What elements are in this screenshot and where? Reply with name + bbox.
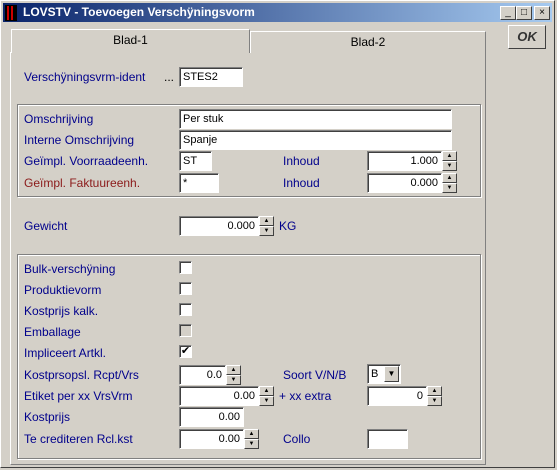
- gewicht-input[interactable]: 0.000: [179, 216, 259, 236]
- faktuureenh-label: Geïmpl. Faktuureenh.: [24, 176, 141, 190]
- omschrijving-label: Omschrijving: [24, 112, 94, 126]
- tab-blad-2[interactable]: Blad-2: [250, 31, 486, 53]
- impliceert-artkl-checkbox[interactable]: ✔: [179, 345, 192, 358]
- app-icon: [5, 5, 17, 21]
- kostprijs-kalk-checkbox[interactable]: [179, 303, 192, 316]
- crediteren-spinner[interactable]: ▲ ▼: [244, 429, 259, 449]
- chevron-down-icon[interactable]: ▼: [384, 366, 399, 382]
- spin-up-icon[interactable]: ▲: [427, 386, 442, 396]
- kostprsopsl-label: Kostprsopsl. Rcpt/Vrs: [24, 368, 139, 382]
- spin-up-icon[interactable]: ▲: [442, 151, 457, 161]
- produktievorm-label: Produktievorm: [24, 283, 102, 297]
- gewicht-spinner[interactable]: ▲ ▼: [259, 216, 274, 236]
- kostprijs-label: Kostprijs: [24, 410, 71, 424]
- spin-down-icon[interactable]: ▼: [259, 226, 274, 236]
- check-mark-icon: ✔: [180, 345, 191, 357]
- produktievorm-checkbox[interactable]: [179, 282, 192, 295]
- gewicht-label: Gewicht: [24, 219, 68, 233]
- impliceert-artkl-label: Impliceert Artkl.: [24, 346, 107, 360]
- soort-value: B: [371, 368, 379, 380]
- interne-omschrijving-input[interactable]: Spanje: [179, 130, 452, 150]
- spin-down-icon[interactable]: ▼: [427, 396, 442, 406]
- etiket-input[interactable]: 0.00: [179, 386, 259, 406]
- kostprijs-kalk-label: Kostprijs kalk.: [24, 304, 99, 318]
- voorraadeenh-label: Geïmpl. Voorraadeenh.: [24, 154, 149, 168]
- faktuur-inhoud-input[interactable]: 0.000: [367, 173, 442, 193]
- collo-input[interactable]: [367, 429, 408, 449]
- spin-up-icon[interactable]: ▲: [226, 365, 241, 375]
- maximize-button[interactable]: □: [516, 6, 532, 20]
- emballage-label: Emballage: [24, 325, 81, 339]
- bulk-verschijning-label: Bulk-verschÿning: [24, 262, 116, 276]
- bulk-verschijning-checkbox[interactable]: [179, 261, 192, 274]
- collo-label: Collo: [283, 432, 311, 446]
- faktuureenh-input[interactable]: *: [179, 173, 219, 193]
- etiket-label: Etiket per xx VrsVrm: [24, 389, 133, 403]
- voorraad-inhoud-label: Inhoud: [283, 154, 320, 168]
- extra-spinner[interactable]: ▲ ▼: [427, 386, 442, 406]
- interne-omschrijving-label: Interne Omschrijving: [24, 133, 135, 147]
- faktuur-inhoud-spinner[interactable]: ▲ ▼: [442, 173, 457, 193]
- kostprijs-input[interactable]: 0.00: [179, 407, 244, 427]
- spin-down-icon[interactable]: ▼: [259, 396, 274, 406]
- extra-label: + xx extra: [279, 389, 332, 403]
- spin-up-icon[interactable]: ▲: [442, 173, 457, 183]
- ident-input[interactable]: STES2: [179, 67, 243, 87]
- voorraadeenh-input[interactable]: ST: [179, 151, 212, 171]
- spin-down-icon[interactable]: ▼: [244, 439, 259, 449]
- faktuur-inhoud-label: Inhoud: [283, 176, 320, 190]
- window-title: LOVSTV - Toevoegen Verschÿningsvorm: [23, 5, 255, 19]
- spin-down-icon[interactable]: ▼: [442, 183, 457, 193]
- minimize-button[interactable]: _: [500, 6, 516, 20]
- close-button[interactable]: ×: [534, 6, 550, 20]
- soort-label: Soort V/N/B: [283, 368, 347, 382]
- ident-dots: ...: [164, 70, 175, 84]
- etiket-spinner[interactable]: ▲ ▼: [259, 386, 274, 406]
- omschrijving-input[interactable]: Per stuk: [179, 109, 452, 129]
- crediteren-input[interactable]: 0.00: [179, 429, 244, 449]
- extra-input[interactable]: 0: [367, 386, 427, 406]
- voorraad-inhoud-spinner[interactable]: ▲ ▼: [442, 151, 457, 171]
- spin-up-icon[interactable]: ▲: [259, 386, 274, 396]
- kostprsopsl-spinner[interactable]: ▲ ▼: [226, 365, 241, 385]
- spin-up-icon[interactable]: ▲: [259, 216, 274, 226]
- kostprsopsl-input[interactable]: 0.0: [179, 365, 226, 385]
- ok-button[interactable]: OK: [508, 25, 546, 49]
- crediteren-label: Te crediteren Rcl.kst: [24, 432, 133, 446]
- spin-down-icon[interactable]: ▼: [226, 375, 241, 385]
- gewicht-unit: KG: [279, 219, 297, 233]
- ident-label: Verschÿningsvrm-ident: [24, 70, 146, 84]
- voorraad-inhoud-input[interactable]: 1.000: [367, 151, 442, 171]
- emballage-checkbox[interactable]: [179, 324, 192, 337]
- tab-blad-1[interactable]: Blad-1: [11, 29, 250, 53]
- spin-down-icon[interactable]: ▼: [442, 161, 457, 171]
- spin-up-icon[interactable]: ▲: [244, 429, 259, 439]
